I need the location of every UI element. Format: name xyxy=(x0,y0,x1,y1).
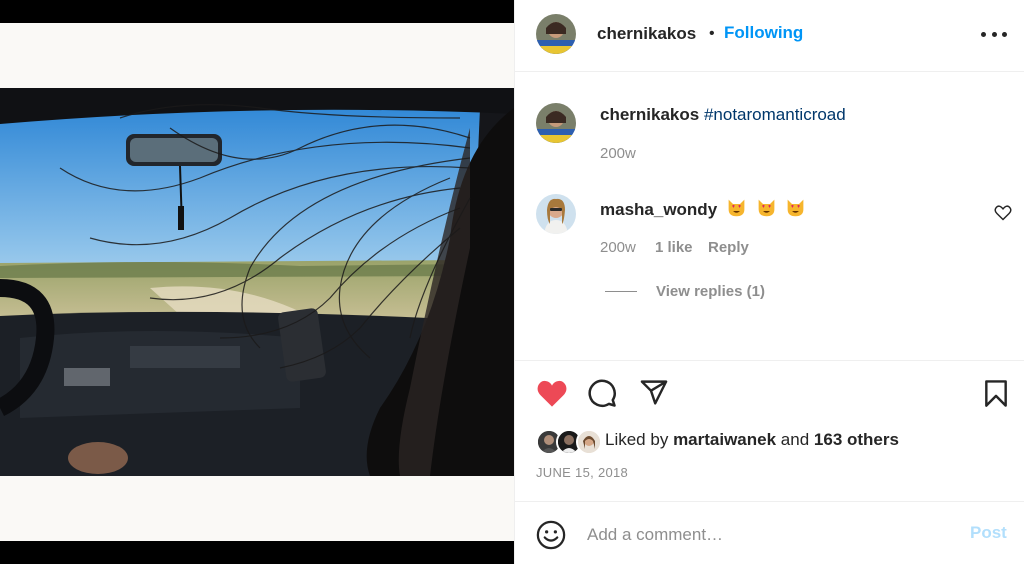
post-comment-button[interactable]: Post xyxy=(970,523,1007,543)
comment-time[interactable]: 200w xyxy=(600,239,636,256)
liked-by-prefix: Liked by xyxy=(605,430,669,449)
comment-input[interactable] xyxy=(587,523,957,547)
author-avatar[interactable] xyxy=(536,14,576,54)
liked-by-avatars[interactable] xyxy=(536,429,602,455)
liked-by-others[interactable]: 163 others xyxy=(814,430,899,449)
post-media[interactable] xyxy=(0,0,514,564)
more-options-icon[interactable] xyxy=(981,24,1007,44)
caption-time[interactable]: 200w xyxy=(600,145,636,162)
heart-eyes-cat-emoji xyxy=(758,199,774,217)
view-replies-button[interactable]: View replies (1) xyxy=(656,283,765,300)
comment-like-heart-icon[interactable] xyxy=(994,205,1012,221)
letterbox-bottom xyxy=(0,541,514,564)
reply-button[interactable]: Reply xyxy=(708,239,749,256)
heart-eyes-cat-emoji xyxy=(728,199,745,217)
commenter-avatar[interactable] xyxy=(536,194,576,234)
heart-eyes-cat-emoji xyxy=(787,199,804,217)
comment-body: masha_wondy xyxy=(600,197,806,220)
like-heart-icon[interactable] xyxy=(536,379,568,408)
post-header: chernikakos • Following xyxy=(515,0,1024,72)
following-button[interactable]: Following xyxy=(724,23,803,43)
liked-by-text: Liked by martaiwanek and 163 others xyxy=(605,430,899,450)
comment-likes[interactable]: 1 like xyxy=(655,239,693,256)
caption-hashtag[interactable]: #notaromanticroad xyxy=(704,105,846,124)
comment-icon[interactable] xyxy=(587,378,617,408)
post-details-panel: chernikakos • Following chernikakos #not… xyxy=(514,0,1024,564)
caption-username[interactable]: chernikakos xyxy=(600,105,699,124)
save-bookmark-icon[interactable] xyxy=(983,379,1009,408)
caption: chernikakos #notaromanticroad xyxy=(600,105,846,125)
liked-by-user[interactable]: martaiwanek xyxy=(673,430,776,449)
author-username[interactable]: chernikakos xyxy=(597,24,696,44)
letterbox-top xyxy=(0,0,514,23)
comment-username[interactable]: masha_wondy xyxy=(600,200,717,219)
post-photo[interactable] xyxy=(0,88,514,476)
post-date[interactable]: JUNE 15, 2018 xyxy=(536,465,628,480)
share-paper-plane-icon[interactable] xyxy=(639,378,669,407)
liked-by-conjunction: and xyxy=(780,430,810,449)
caption-avatar[interactable] xyxy=(536,103,576,143)
liker-avatar xyxy=(576,429,602,455)
add-comment-bar: Post xyxy=(515,501,1024,564)
header-separator: • xyxy=(709,25,715,42)
replies-divider xyxy=(605,291,637,292)
emoji-smiley-icon[interactable] xyxy=(536,520,566,550)
